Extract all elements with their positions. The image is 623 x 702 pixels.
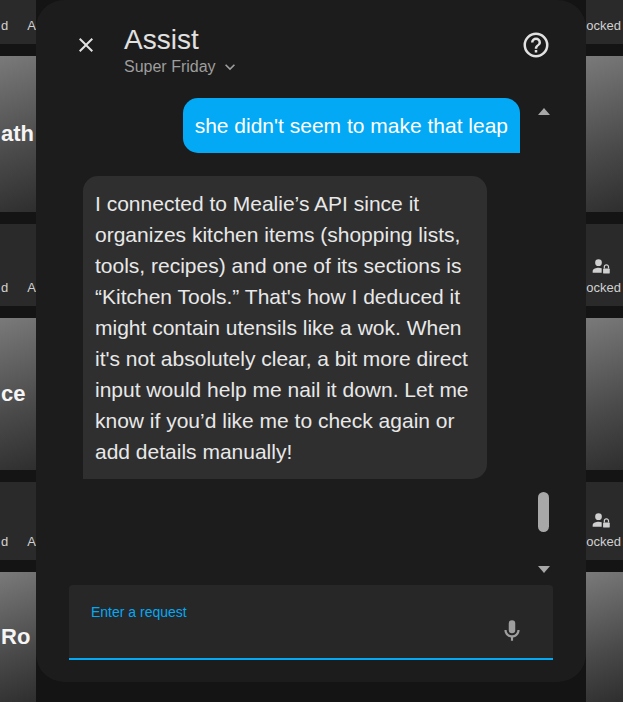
- entity-card[interactable]: dA: [0, 0, 36, 44]
- user-message: she didn't seem to make that leap: [183, 98, 520, 153]
- lock-card[interactable]: ocked: [586, 0, 623, 44]
- area-label: Ro: [0, 624, 30, 650]
- request-label: Enter a request: [91, 603, 499, 621]
- dialog-header: AssistSuper Friday: [36, 0, 586, 88]
- dialog-title: Assist: [124, 24, 521, 56]
- screen: dAathdAcedARoockedockedockedAssistSuper …: [0, 0, 623, 702]
- entity-card[interactable]: dA: [0, 224, 36, 306]
- lock-state: ocked: [586, 18, 621, 34]
- area-card[interactable]: ath: [0, 56, 36, 212]
- pipeline-picker[interactable]: Super Friday: [124, 56, 521, 78]
- entity-card[interactable]: dA: [0, 482, 36, 560]
- chevron-down-icon: [220, 57, 240, 77]
- right-card-column: ocked ocked ocked: [586, 0, 623, 702]
- scroll-thumb[interactable]: [538, 492, 549, 532]
- area-card[interactable]: [586, 318, 623, 470]
- account-lock-icon: [591, 256, 611, 276]
- close-icon[interactable]: [74, 33, 98, 57]
- account-lock-icon: [591, 510, 611, 530]
- lock-state: ocked: [586, 280, 621, 296]
- assist-dialog: AssistSuper Friday she didn't seem to mak…: [36, 0, 586, 682]
- scroll-up-icon[interactable]: [538, 108, 550, 115]
- area-card[interactable]: [586, 572, 623, 702]
- entity-state: A: [27, 534, 36, 550]
- entity-state: A: [27, 18, 36, 34]
- pipeline-name: Super Friday: [124, 56, 216, 78]
- message-list: she didn't seem to make that leap I conne…: [83, 98, 520, 579]
- assistant-message: I connected to Mealie’s API since it org…: [83, 176, 487, 479]
- left-card-column: dAathdAcedARo: [0, 0, 36, 702]
- scrollbar[interactable]: [537, 98, 550, 579]
- area-card[interactable]: ce: [0, 318, 36, 470]
- entity-state: A: [27, 280, 36, 296]
- scroll-track[interactable]: [538, 121, 549, 560]
- entity-name: d: [1, 534, 8, 550]
- lock-state: ocked: [586, 534, 621, 550]
- help-icon[interactable]: [521, 30, 551, 60]
- entity-name: d: [1, 280, 8, 296]
- request-field[interactable]: Enter a request: [69, 585, 553, 660]
- lock-card[interactable]: ocked: [586, 224, 623, 306]
- area-label: ce: [0, 381, 25, 407]
- conversation: she didn't seem to make that leap I conne…: [36, 88, 586, 585]
- entity-name: d: [1, 18, 8, 34]
- area-card[interactable]: [586, 56, 623, 212]
- lock-card[interactable]: ocked: [586, 482, 623, 560]
- scroll-down-icon[interactable]: [538, 566, 550, 573]
- area-card[interactable]: Ro: [0, 572, 36, 702]
- microphone-icon[interactable]: [499, 618, 525, 644]
- area-label: ath: [0, 121, 34, 147]
- request-input[interactable]: [91, 621, 499, 647]
